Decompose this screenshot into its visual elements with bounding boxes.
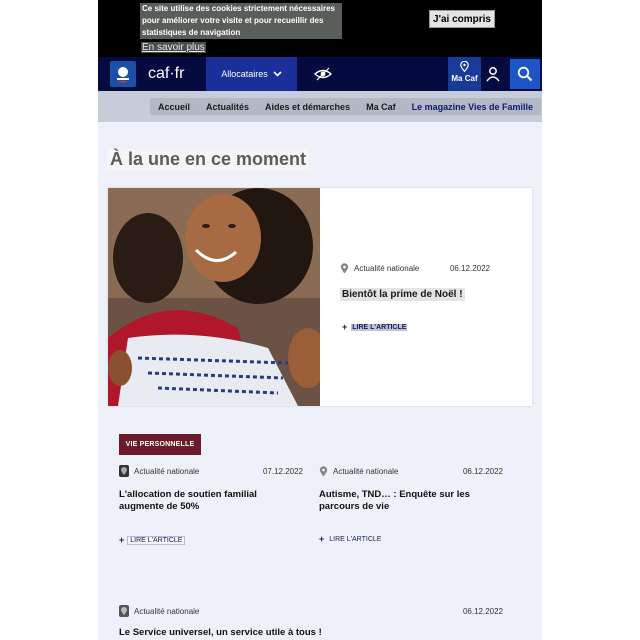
user-icon[interactable] [485,66,501,82]
location-pin-icon [119,465,129,477]
article-location: Actualité nationale [333,466,399,476]
page-frame: Ce site utilise des cookies strictement … [98,0,542,640]
article-date: 06.12.2022 [462,466,503,476]
article-date: 06.12.2022 [462,606,503,616]
chevron-down-icon [273,71,282,77]
article-meta: Actualité nationale 07.12.2022 [119,465,303,477]
subnav-item-aides[interactable]: Aides et démarches [257,102,358,112]
read-label: LIRE L'ARTICLE [329,535,382,543]
plus-icon: + [342,322,348,332]
article-meta: Actualité nationale 06.12.2022 [319,465,503,477]
article-location: Actualité nationale [134,606,200,616]
allocataires-label: Allocataires [221,69,268,79]
featured-title[interactable]: Bientôt la prime de Noël ! [340,288,465,301]
cookie-accept-button[interactable]: J'ai compris [429,10,495,28]
article-card[interactable]: Actualité nationale 07.12.2022 L'allocat… [119,465,303,555]
article-meta: Actualité nationale 06.12.2022 [119,605,503,617]
category-tag[interactable]: VIE PERSONNELLE [119,434,201,455]
subnav-item-magazine[interactable]: Le magazine Vies de Famille [404,102,541,112]
article-title[interactable]: L'allocation de soutien familial augment… [119,489,303,513]
featured-photo [108,188,320,406]
subnav-item-macaf[interactable]: Ma Caf [358,102,404,112]
article-title[interactable]: Autisme, TND… : Enquête sur les parcours… [319,489,503,513]
sub-nav: Accueil Actualités Aides et démarches Ma… [98,91,542,122]
republique-logo-icon[interactable] [110,61,136,87]
article-card[interactable]: Actualité nationale 06.12.2022 Autisme, … [319,465,503,555]
article-location: Actualité nationale [134,466,200,476]
read-label: LIRE L'ARTICLE [351,323,408,331]
cookie-text: Ce site utilise des cookies strictement … [140,3,342,39]
cookie-more-link[interactable]: En savoir plus [141,42,206,53]
location-pin-icon [119,605,129,617]
plus-icon: + [119,535,125,545]
featured-date: 06.12.2022 [449,264,490,273]
eye-icon[interactable] [314,66,332,82]
article-date: 07.12.2022 [262,466,303,476]
subnav-item-accueil[interactable]: Accueil [150,102,198,112]
page-title: À la une en ce moment [107,149,310,170]
read-label: LIRE L'ARTICLE [127,535,186,545]
search-button[interactable] [510,59,540,89]
location-pin-icon [319,465,328,476]
plus-icon: + [319,534,325,544]
sub-nav-list: Accueil Actualités Aides et démarches Ma… [150,98,541,115]
location-pin-icon [460,61,469,72]
featured-read-link[interactable]: + LIRE L'ARTICLE [342,322,408,332]
featured-article-card[interactable]: Actualité nationale 06.12.2022 Bientôt l… [108,188,532,406]
brand-logo[interactable]: caf·fr [148,65,184,83]
article-read-link[interactable]: + LIRE L'ARTICLE [319,534,383,544]
macaf-button[interactable]: Ma Caf [448,57,481,91]
article-read-link[interactable]: + LIRE L'ARTICLE [119,535,186,545]
macaf-label: Ma Caf [451,74,478,83]
location-pin-icon [340,263,349,274]
featured-location: Actualité nationale [354,264,420,273]
cookie-banner: Ce site utilise des cookies strictement … [98,0,542,57]
subnav-item-actualites[interactable]: Actualités [198,102,257,112]
article-title[interactable]: Le Service universel, un service utile à… [119,627,503,639]
article-card[interactable]: Actualité nationale 06.12.2022 Le Servic… [119,605,503,640]
main-nav: caf·fr Allocataires Ma Caf [98,57,542,91]
featured-meta: Actualité nationale 06.12.2022 [340,263,490,274]
search-icon [517,66,533,82]
allocataires-dropdown[interactable]: Allocataires [206,57,297,91]
